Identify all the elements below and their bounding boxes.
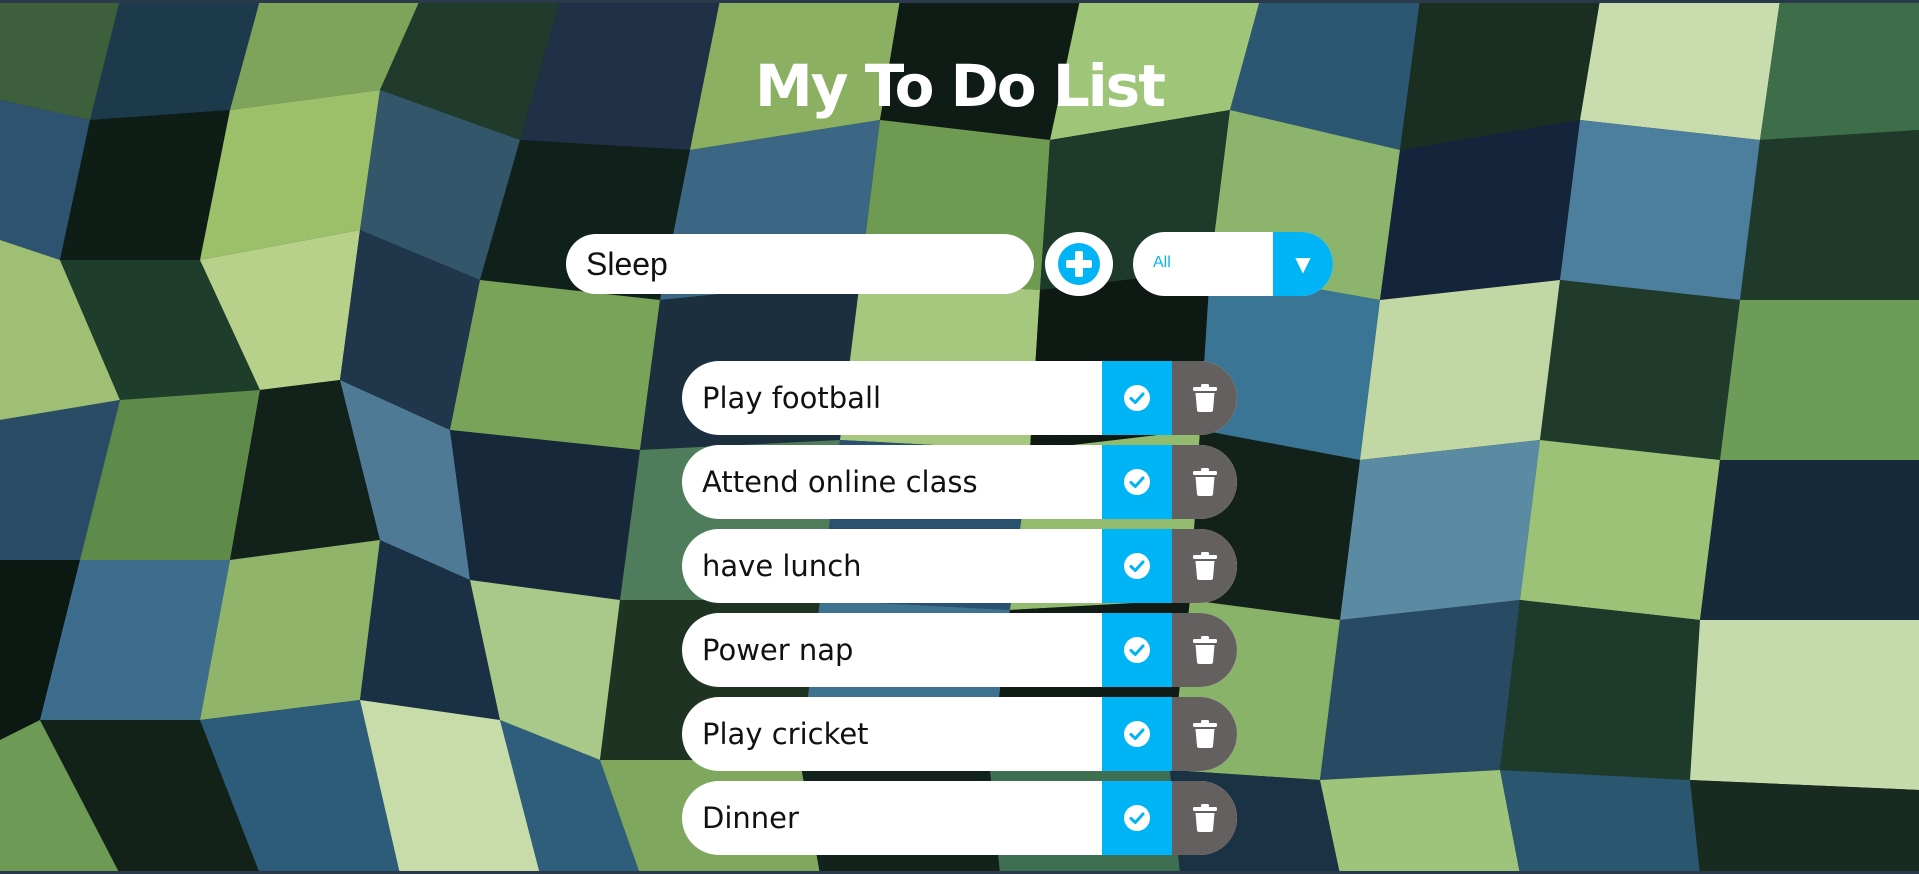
complete-button[interactable]: [1102, 529, 1172, 603]
delete-button[interactable]: [1172, 613, 1237, 687]
check-circle-icon: [1124, 637, 1150, 663]
page-title: My To Do List: [755, 52, 1166, 120]
complete-button[interactable]: [1102, 697, 1172, 771]
todo-form: All ▼: [566, 232, 1336, 296]
trash-icon: [1192, 384, 1217, 412]
delete-button[interactable]: [1172, 361, 1237, 435]
todo-item: Play cricket: [682, 697, 1237, 771]
complete-button[interactable]: [1102, 613, 1172, 687]
todo-item-text: Attend online class: [702, 465, 978, 499]
todo-item: Play football: [682, 361, 1237, 435]
complete-button[interactable]: [1102, 781, 1172, 855]
todo-item: Attend online class: [682, 445, 1237, 519]
trash-icon: [1192, 720, 1217, 748]
plus-circle-icon: [1058, 243, 1100, 285]
filter-selected-value: All: [1153, 254, 1171, 271]
trash-icon: [1192, 636, 1217, 664]
delete-button[interactable]: [1172, 445, 1237, 519]
complete-button[interactable]: [1102, 361, 1172, 435]
todo-item: have lunch: [682, 529, 1237, 603]
trash-icon: [1192, 804, 1217, 832]
check-circle-icon: [1124, 553, 1150, 579]
todo-item-text: Power nap: [702, 633, 854, 667]
todo-list: Play football Attend online class have lun…: [682, 361, 1237, 865]
todo-item-text: Play cricket: [702, 717, 869, 751]
todo-item-text: have lunch: [702, 549, 862, 583]
delete-button[interactable]: [1172, 697, 1237, 771]
delete-button[interactable]: [1172, 781, 1237, 855]
filter-select[interactable]: All ▼: [1133, 232, 1333, 296]
trash-icon: [1192, 468, 1217, 496]
app-container: My To Do List All ▼ Play football Attend …: [0, 0, 1919, 874]
add-todo-button[interactable]: [1045, 232, 1113, 296]
check-circle-icon: [1124, 721, 1150, 747]
delete-button[interactable]: [1172, 529, 1237, 603]
check-circle-icon: [1124, 805, 1150, 831]
caret-down-icon: ▼: [1273, 232, 1333, 296]
todo-input[interactable]: [566, 234, 1034, 294]
todo-item: Power nap: [682, 613, 1237, 687]
todo-item-text: Play football: [702, 381, 882, 415]
trash-icon: [1192, 552, 1217, 580]
complete-button[interactable]: [1102, 445, 1172, 519]
check-circle-icon: [1124, 385, 1150, 411]
todo-item: Dinner: [682, 781, 1237, 855]
check-circle-icon: [1124, 469, 1150, 495]
todo-item-text: Dinner: [702, 801, 799, 835]
